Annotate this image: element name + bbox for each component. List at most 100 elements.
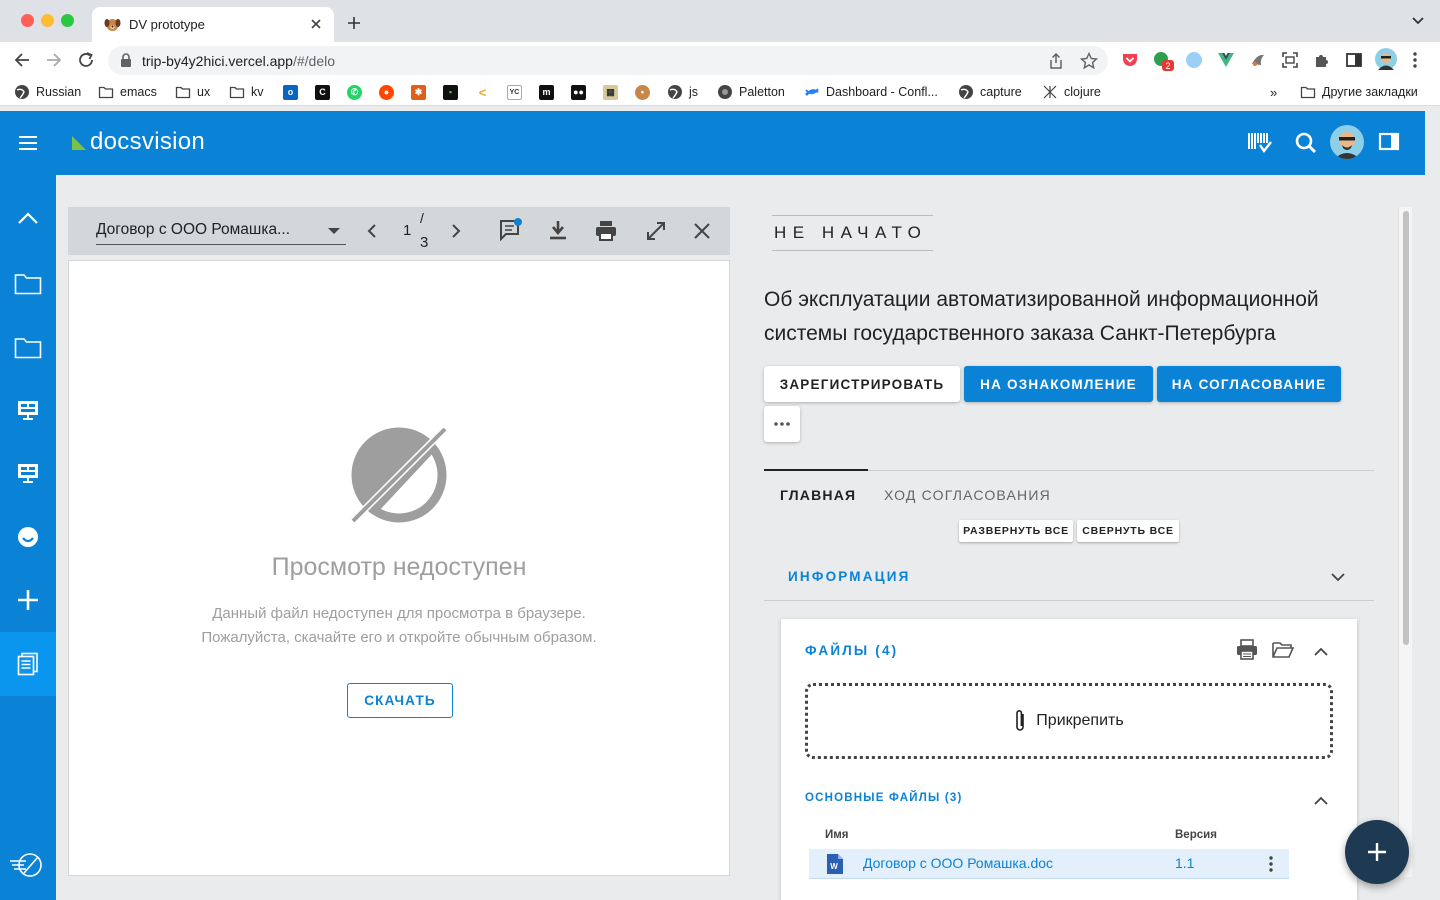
table-row[interactable]: W Договор с ООО Ромашка.doc 1.1 bbox=[809, 849, 1289, 879]
card-scrollbar[interactable] bbox=[1398, 207, 1412, 877]
reload-icon[interactable] bbox=[77, 51, 95, 69]
bookmark-dog[interactable]: • bbox=[635, 84, 650, 100]
more-actions-button[interactable] bbox=[764, 406, 800, 442]
bookmarks-overflow-icon[interactable]: » bbox=[1270, 84, 1277, 100]
document-icon[interactable] bbox=[0, 632, 56, 696]
tab-approval-progress[interactable]: ХОД СОГЛАСОВАНИЯ bbox=[884, 487, 1051, 503]
print-files-icon[interactable] bbox=[1236, 639, 1258, 661]
caret-down-icon bbox=[328, 228, 340, 234]
close-viewer-icon[interactable] bbox=[693, 222, 711, 240]
folder-icon[interactable] bbox=[0, 252, 56, 316]
main-files-label: ОСНОВНЫЕ ФАЙЛЫ (3) bbox=[805, 792, 963, 804]
user-avatar[interactable] bbox=[1330, 125, 1364, 159]
bookmark-ux[interactable]: ux bbox=[175, 84, 210, 100]
bottom-logo-icon[interactable] bbox=[0, 833, 56, 897]
unavailable-title: Просмотр недоступен bbox=[271, 553, 527, 581]
page-total: 3 bbox=[420, 234, 429, 251]
bookmark-capture[interactable]: capture bbox=[958, 84, 1022, 100]
back-icon[interactable] bbox=[13, 51, 31, 69]
side-panel-icon[interactable] bbox=[1345, 51, 1363, 69]
address-bar[interactable]: trip-by4y2hici.vercel.app/#/delo bbox=[108, 46, 1108, 75]
bookmark-medium[interactable]: ●● bbox=[571, 84, 586, 100]
column-header-version[interactable]: Версия bbox=[1175, 829, 1217, 841]
document-select[interactable]: Договор с ООО Ромашка... bbox=[96, 219, 346, 245]
bookmark-clojure[interactable]: clojure bbox=[1042, 84, 1101, 100]
vue-devtools-icon[interactable] bbox=[1217, 51, 1235, 69]
bookmark-other[interactable]: Другие закладки bbox=[1300, 84, 1418, 100]
bookmark-terminal[interactable]: ▪ bbox=[443, 84, 458, 100]
next-page-icon[interactable] bbox=[450, 223, 462, 239]
menu-icon[interactable] bbox=[18, 136, 38, 150]
bookmark-reddit[interactable]: ● bbox=[379, 84, 394, 100]
expand-all-button[interactable]: РАЗВЕРНУТЬ ВСЕ bbox=[959, 520, 1073, 542]
profile-avatar[interactable] bbox=[1375, 48, 1397, 70]
barcode-icon[interactable] bbox=[1247, 131, 1273, 155]
bookmark-whatsapp[interactable]: ✆ bbox=[347, 84, 362, 100]
monitor-icon[interactable] bbox=[0, 441, 56, 505]
bookmark-c[interactable]: C bbox=[315, 84, 330, 100]
puzzle-icon[interactable] bbox=[1313, 51, 1331, 69]
bookmark-dashboard[interactable]: Dashboard - Confl... bbox=[804, 84, 938, 100]
plus-icon[interactable] bbox=[0, 568, 56, 632]
browser-tab[interactable]: DV prototype bbox=[92, 7, 334, 42]
page-separator: / bbox=[420, 210, 424, 226]
forward-icon[interactable] bbox=[45, 51, 63, 69]
pocket-icon[interactable] bbox=[1121, 51, 1139, 69]
bookmark-paletton[interactable]: Paletton bbox=[717, 84, 785, 100]
bookmark-yc[interactable]: YC bbox=[507, 84, 522, 100]
send-for-approval-button[interactable]: НА СОГЛАСОВАНИЕ bbox=[1157, 366, 1341, 402]
extension-badge-icon[interactable]: 2 bbox=[1153, 51, 1175, 73]
scrollbar-thumb[interactable] bbox=[1403, 211, 1409, 645]
attach-dropzone[interactable]: Прикрепить bbox=[805, 683, 1333, 759]
screenshot-icon[interactable] bbox=[1281, 51, 1299, 69]
row-menu-icon[interactable] bbox=[1268, 856, 1274, 872]
register-button[interactable]: ЗАРЕГИСТРИРОВАТЬ bbox=[764, 366, 960, 402]
collapse-all-button[interactable]: СВЕРНУТЬ ВСЕ bbox=[1077, 520, 1179, 542]
bookmark-emacs[interactable]: emacs bbox=[98, 84, 157, 100]
add-fab-button[interactable] bbox=[1345, 820, 1409, 884]
bookmark-game[interactable]: ▦ bbox=[603, 84, 618, 100]
send-for-review-button[interactable]: НА ОЗНАКОМЛЕНИЕ bbox=[964, 366, 1153, 402]
close-tab-icon[interactable] bbox=[308, 16, 324, 32]
chevron-down-icon[interactable] bbox=[1331, 573, 1345, 582]
bookmark-kv[interactable]: kv bbox=[229, 84, 264, 100]
panel-toggle-icon[interactable] bbox=[1378, 131, 1400, 153]
chevron-up-icon[interactable] bbox=[1314, 796, 1328, 805]
comment-icon[interactable] bbox=[499, 218, 523, 242]
open-folder-icon[interactable] bbox=[1272, 641, 1294, 659]
smiley-icon[interactable] bbox=[0, 505, 56, 569]
chevron-up-icon[interactable] bbox=[1314, 647, 1328, 656]
minimize-window-button[interactable] bbox=[41, 14, 54, 27]
close-window-button[interactable] bbox=[21, 14, 34, 27]
print-icon[interactable] bbox=[595, 220, 617, 242]
bookmark-russian[interactable]: Russian bbox=[14, 84, 81, 100]
share-icon[interactable] bbox=[1048, 52, 1064, 70]
new-tab-icon[interactable] bbox=[346, 15, 362, 31]
tab-search-chevron-icon[interactable] bbox=[1412, 17, 1424, 25]
bird-extension-icon[interactable] bbox=[1249, 51, 1267, 69]
docsvision-logo[interactable]: docsvision bbox=[72, 128, 205, 156]
star-icon[interactable] bbox=[1080, 52, 1098, 70]
bookmark-share[interactable]: < bbox=[475, 84, 490, 100]
bookmark-orange[interactable]: ✱ bbox=[411, 84, 426, 100]
tab-main[interactable]: ГЛАВНАЯ bbox=[780, 487, 856, 503]
bookmark-outlook[interactable]: o bbox=[283, 84, 298, 100]
monitor-icon[interactable] bbox=[0, 378, 56, 442]
collapse-icon[interactable] bbox=[0, 186, 56, 250]
dog-favicon-icon bbox=[104, 16, 121, 33]
info-section-header[interactable]: ИНФОРМАЦИЯ bbox=[764, 557, 1374, 601]
search-icon[interactable] bbox=[1294, 131, 1318, 155]
download-button[interactable]: СКАЧАТЬ bbox=[347, 683, 453, 718]
column-header-name[interactable]: Имя bbox=[825, 829, 848, 841]
prev-page-icon[interactable] bbox=[366, 223, 378, 239]
folder-icon[interactable] bbox=[0, 316, 56, 380]
compass-extension-icon[interactable] bbox=[1185, 51, 1203, 69]
browser-menu-icon[interactable] bbox=[1412, 51, 1418, 69]
fullscreen-icon[interactable] bbox=[646, 221, 666, 241]
bookmark-m[interactable]: m bbox=[539, 84, 554, 100]
bookmark-js[interactable]: js bbox=[667, 84, 698, 100]
download-icon[interactable] bbox=[548, 220, 568, 242]
maximize-window-button[interactable] bbox=[61, 14, 74, 27]
file-name-link[interactable]: Договор с ООО Ромашка.doc bbox=[863, 855, 1053, 871]
reddit-icon: ● bbox=[379, 84, 394, 100]
